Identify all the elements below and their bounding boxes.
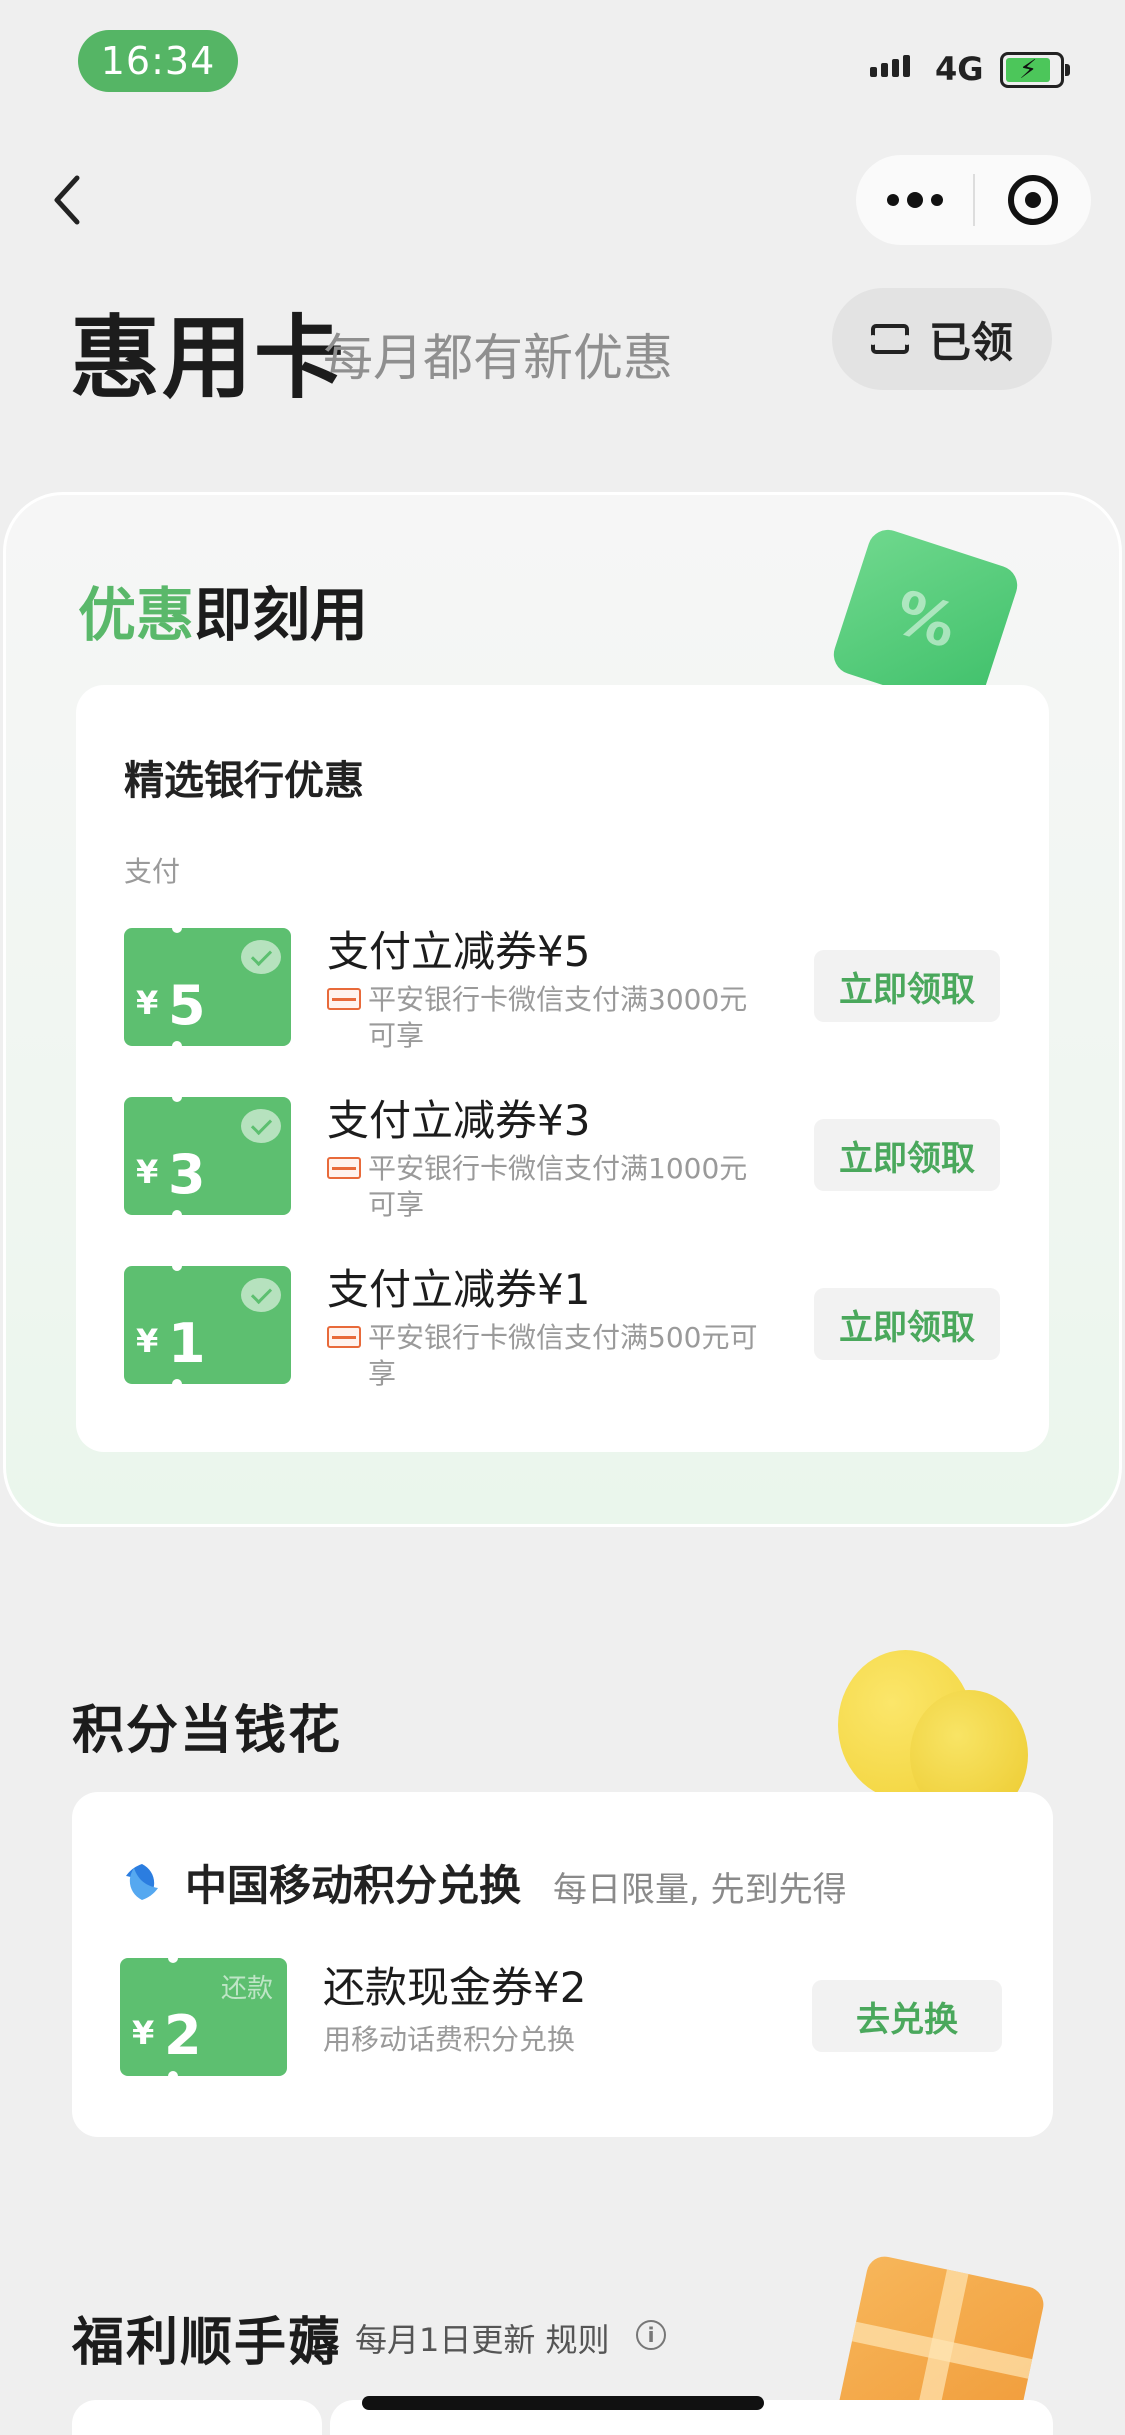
coupon-amount: 2 (164, 2004, 202, 2067)
wechat-pay-icon (241, 1278, 281, 1312)
bank-logo-icon (327, 1157, 361, 1179)
section-title-welfare: 福利顺手薅 (72, 2313, 343, 2373)
exchange-button[interactable]: 去兑换 (812, 1980, 1002, 2052)
home-indicator (362, 2396, 764, 2410)
coupon-desc: 平安银行卡微信支付满1000元可享 (368, 1152, 748, 1221)
coupon-name: 支付立减券¥5 (327, 927, 591, 976)
claim-button[interactable]: 立即领取 (814, 1119, 1000, 1191)
coupon-row: ¥ 5 支付立减券¥5 平安银行卡微信支付满3000元可享 立即领取 (124, 923, 1004, 1052)
coupon-tile: ¥ 1 (124, 1261, 291, 1389)
provider-subtitle: 每日限量, 先到先得 (553, 1870, 847, 1910)
more-icon[interactable] (856, 192, 973, 208)
section-title-highlight: 优惠 (78, 581, 195, 649)
claim-button[interactable]: 立即领取 (814, 950, 1000, 1022)
bank-offers-title: 精选银行优惠 (124, 758, 364, 804)
miniprogram-capsule (856, 155, 1091, 245)
coupon-currency: ¥ (136, 984, 159, 1022)
network-type: 4G (935, 50, 984, 88)
back-icon[interactable] (45, 170, 95, 230)
china-mobile-logo-icon (126, 1864, 158, 1900)
welfare-rules-link[interactable]: 每月1日更新 规则 (355, 2315, 610, 2361)
status-time: 16:34 (78, 30, 238, 92)
coupon-row: ¥ 1 支付立减券¥1 平安银行卡微信支付满500元可享 立即领取 (124, 1261, 1004, 1390)
coupon-desc: 平安银行卡微信支付满3000元可享 (368, 983, 748, 1052)
section-title-points: 积分当钱花 (72, 1701, 343, 1761)
coupon-row: ¥ 3 支付立减券¥3 平安银行卡微信支付满1000元可享 立即领取 (124, 1092, 1004, 1221)
welfare-card (72, 2400, 322, 2435)
signal-icon (870, 55, 910, 77)
claimed-label: 已领 (928, 317, 1013, 367)
coupon-tile: 还款 ¥ 2 (120, 1953, 287, 2081)
coupon-desc: 平安银行卡微信支付满500元可享 (368, 1321, 758, 1390)
bank-logo-icon (327, 1326, 361, 1348)
close-miniprogram-icon[interactable] (975, 175, 1091, 225)
claimed-button[interactable]: 已领 (832, 288, 1052, 390)
category-label: 支付 (124, 855, 181, 888)
wechat-pay-icon (241, 940, 281, 974)
coupon-amount: 3 (168, 1143, 206, 1206)
ticket-icon (867, 324, 912, 354)
wechat-pay-icon (241, 1109, 281, 1143)
coupon-name: 支付立减券¥3 (327, 1096, 591, 1145)
battery-icon: ⚡ (1000, 52, 1070, 88)
coupon-tag: 还款 (220, 1974, 273, 2004)
page-subtitle: 每月都有新优惠 (323, 329, 673, 387)
section-title-rest: 即刻用 (194, 581, 369, 649)
claim-button[interactable]: 立即领取 (814, 1288, 1000, 1360)
provider-title: 中国移动积分兑换 (185, 1861, 522, 1910)
coupon-currency: ¥ (136, 1153, 159, 1191)
info-icon[interactable]: i (636, 2320, 666, 2350)
coupon-name: 还款现金券¥2 (323, 1963, 587, 2012)
coupon-desc: 用移动话费积分兑换 (323, 2023, 576, 2056)
bank-logo-icon (327, 988, 361, 1010)
coupon-name: 支付立减券¥1 (327, 1265, 591, 1314)
coupon-row: 还款 ¥ 2 还款现金券¥2 用移动话费积分兑换 去兑换 (120, 1953, 1002, 2081)
coupon-currency: ¥ (132, 2014, 155, 2052)
coupon-tile: ¥ 3 (124, 1092, 291, 1220)
section-title-instant: 优惠即刻用 (78, 568, 368, 652)
coupon-tile: ¥ 5 (124, 923, 291, 1051)
coupon-amount: 1 (168, 1312, 206, 1375)
page-title: 惠用卡 (70, 306, 346, 411)
coupon-currency: ¥ (136, 1322, 159, 1360)
coupon-amount: 5 (168, 974, 206, 1037)
